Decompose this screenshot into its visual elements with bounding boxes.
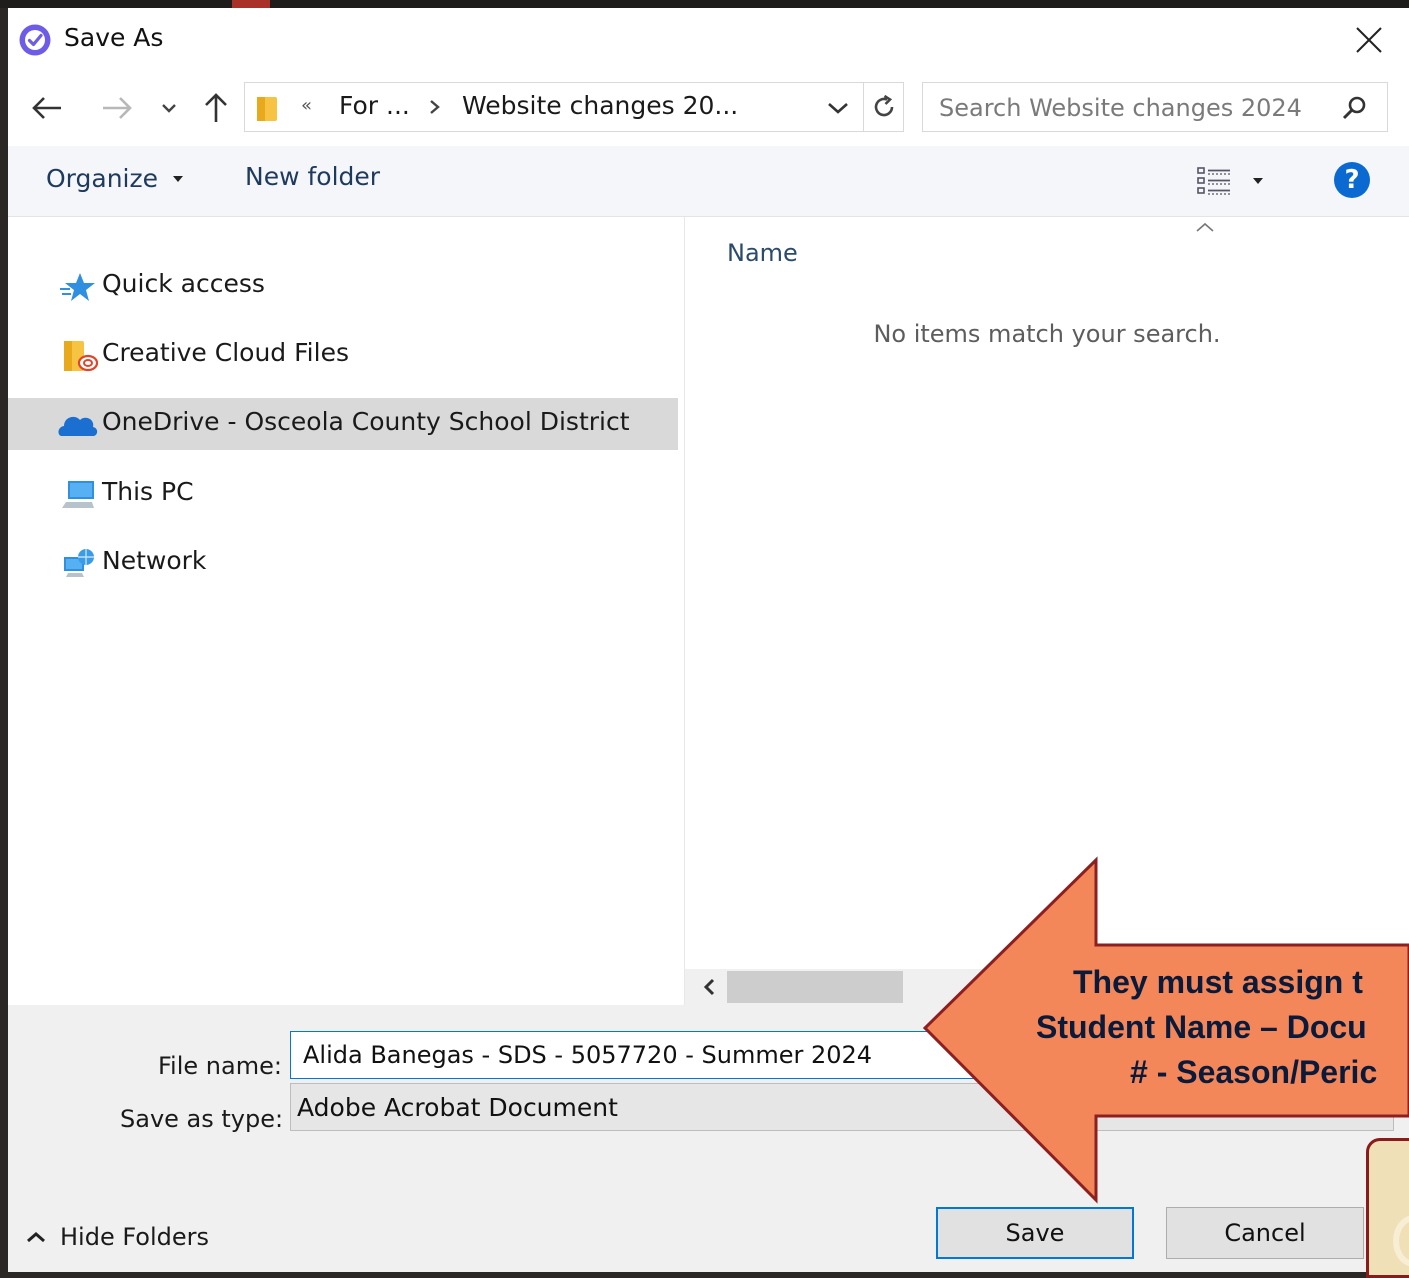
forward-button[interactable] — [96, 88, 138, 128]
chevron-left-icon — [703, 978, 715, 996]
nav-item-onedrive[interactable]: OneDrive - Osceola County School Distric… — [8, 398, 678, 450]
search-input[interactable] — [923, 83, 1341, 133]
horizontal-scrollbar[interactable] — [685, 969, 1409, 1005]
save-as-type-label: Save as type: — [120, 1105, 284, 1133]
refresh-button[interactable] — [863, 83, 904, 131]
change-view-button[interactable] — [1196, 163, 1278, 199]
background-browser-tabs — [0, 0, 1409, 8]
save-options-panel: File name: Save as type: Adobe Acrobat D… — [8, 1005, 1409, 1272]
scroll-left-button[interactable] — [695, 971, 723, 1003]
sort-ascending-icon — [1196, 222, 1214, 232]
nav-item-this-pc[interactable]: This PC — [8, 468, 678, 520]
organize-label: Organize — [46, 164, 158, 193]
breadcrumb-item[interactable]: For ... — [339, 91, 410, 120]
arrow-up-icon — [205, 93, 227, 122]
cancel-button[interactable]: Cancel — [1166, 1207, 1364, 1259]
organize-button[interactable]: Organize — [46, 164, 184, 193]
save-button[interactable]: Save — [936, 1207, 1134, 1259]
chevron-down-icon — [828, 103, 848, 114]
save-as-type-value: Adobe Acrobat Document — [297, 1093, 618, 1122]
scrollbar-thumb[interactable] — [727, 971, 903, 1003]
help-icon: ? — [1344, 165, 1360, 195]
nav-label: Quick access — [102, 269, 265, 298]
empty-message: No items match your search. — [873, 320, 1221, 348]
arrow-left-icon — [32, 97, 61, 119]
address-bar[interactable]: « For ... Website changes 20... — [244, 82, 904, 132]
folder-icon — [257, 97, 277, 121]
breadcrumb-overflow[interactable]: « — [301, 95, 312, 116]
hide-folders-button[interactable]: Hide Folders — [26, 1223, 209, 1251]
file-name-label: File name: — [158, 1052, 282, 1080]
up-button[interactable] — [196, 88, 236, 128]
navigation-pane: Quick access Creative Cloud Files OneDri… — [8, 217, 685, 1005]
network-icon — [64, 549, 94, 577]
chevron-right-icon[interactable] — [428, 93, 442, 121]
command-toolbar: Organize New folder ? — [8, 146, 1409, 217]
details-view-icon — [1197, 167, 1230, 195]
nav-item-network[interactable]: Network — [8, 537, 678, 589]
column-header-name[interactable]: Name — [727, 239, 798, 267]
recent-locations-button[interactable] — [156, 88, 182, 128]
nav-label: OneDrive - Osceola County School Distric… — [102, 407, 630, 436]
file-list-pane: Name No items match your search. — [685, 217, 1409, 1005]
breadcrumb-item-current[interactable]: Website changes 20... — [462, 91, 738, 120]
file-name-input[interactable] — [290, 1031, 1394, 1079]
onedrive-cloud-icon — [58, 416, 98, 436]
hide-folders-label: Hide Folders — [60, 1223, 210, 1251]
app-logo-icon — [19, 24, 51, 56]
search-icon[interactable] — [1341, 94, 1369, 122]
close-button[interactable] — [1344, 18, 1394, 62]
address-dropdown-button[interactable] — [823, 93, 853, 123]
dialog-title: Save As — [64, 23, 164, 52]
nav-item-creative-cloud-files[interactable]: Creative Cloud Files — [8, 329, 678, 381]
creative-cloud-folder-icon — [64, 341, 98, 372]
refresh-icon — [874, 94, 894, 117]
help-button[interactable]: ? — [1334, 162, 1370, 198]
arrow-right-icon — [103, 97, 132, 119]
nav-item-quick-access[interactable]: Quick access — [8, 260, 678, 312]
save-as-dialog: Save As « For ... Website changes 20... … — [8, 8, 1409, 1272]
caret-down-icon — [1253, 178, 1263, 184]
nav-label: Network — [102, 546, 207, 575]
caret-down-icon — [173, 175, 183, 182]
computer-icon — [62, 481, 94, 508]
save-as-type-select[interactable]: Adobe Acrobat Document — [290, 1083, 1394, 1131]
star-icon — [60, 273, 95, 301]
new-folder-button[interactable]: New folder — [245, 162, 380, 191]
back-button[interactable] — [26, 88, 68, 128]
search-box[interactable] — [922, 82, 1388, 133]
chevron-down-icon — [162, 104, 176, 113]
chevron-up-icon — [27, 1232, 45, 1243]
close-icon — [1356, 27, 1382, 53]
background-tab-badge — [232, 0, 270, 8]
nav-label: Creative Cloud Files — [102, 338, 349, 367]
nav-label: This PC — [102, 477, 194, 506]
title-bar: Save As — [8, 8, 1409, 70]
